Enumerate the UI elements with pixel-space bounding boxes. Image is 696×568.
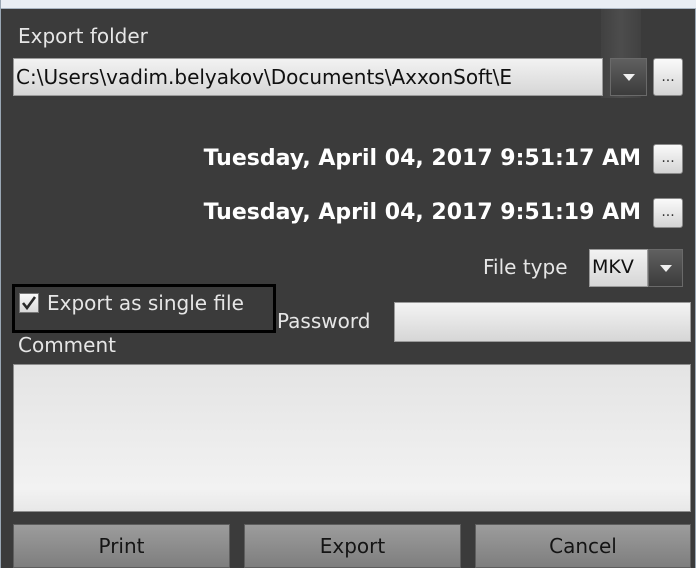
- export-single-checkbox[interactable]: [19, 293, 39, 313]
- start-datetime: Tuesday, April 04, 2017 9:51:17 AM: [203, 146, 641, 171]
- checkmark-icon: [21, 296, 37, 311]
- print-button[interactable]: Print: [13, 524, 230, 568]
- export-button[interactable]: Export: [244, 524, 461, 568]
- password-label: Password: [277, 309, 371, 333]
- end-datetime-button[interactable]: ...: [653, 198, 683, 228]
- cancel-button[interactable]: Cancel: [475, 524, 691, 568]
- export-folder-dropdown-button[interactable]: [610, 58, 647, 96]
- start-datetime-button[interactable]: ...: [653, 144, 683, 174]
- file-type-label: File type: [483, 255, 568, 279]
- comment-textarea[interactable]: [13, 364, 691, 512]
- chevron-down-icon: [659, 265, 672, 272]
- export-single-label: Export as single file: [47, 291, 244, 315]
- export-folder-input[interactable]: C:\Users\vadim.belyakov\Documents\AxxonS…: [13, 58, 603, 96]
- export-panel: Export folder C:\Users\vadim.belyakov\Do…: [0, 0, 696, 568]
- export-folder-label: Export folder: [18, 24, 148, 48]
- comment-label: Comment: [18, 333, 116, 357]
- password-field[interactable]: [394, 302, 691, 342]
- chevron-down-icon: [622, 74, 635, 81]
- file-type-select[interactable]: MKV: [589, 249, 648, 287]
- file-type-dropdown-button[interactable]: [648, 249, 683, 287]
- browse-folder-button[interactable]: ...: [653, 58, 683, 96]
- end-datetime: Tuesday, April 04, 2017 9:51:19 AM: [203, 200, 641, 225]
- window-top-edge: [1, 0, 696, 9]
